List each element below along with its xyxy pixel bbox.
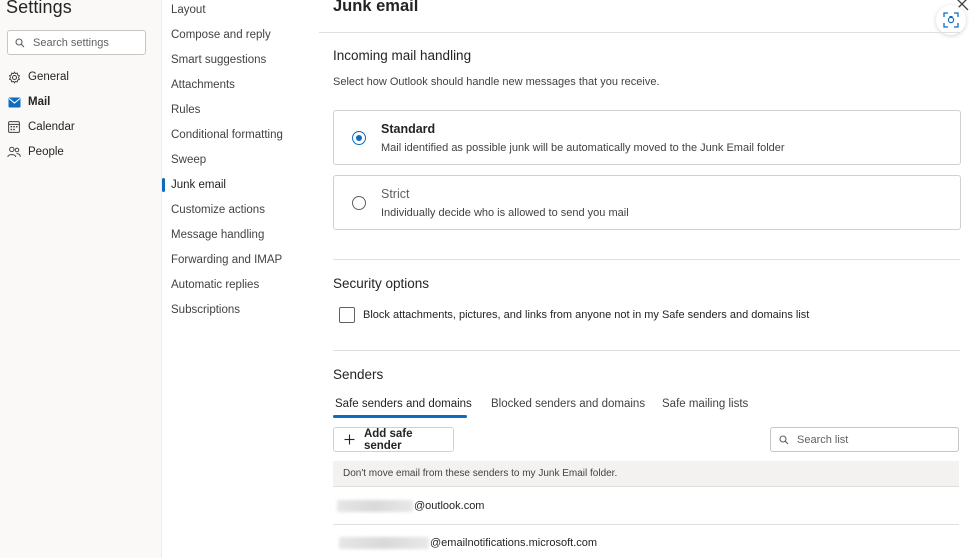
tab-safe-mailing-lists[interactable]: Safe mailing lists [662, 398, 748, 418]
block-attachments-option[interactable]: Block attachments, pictures, and links f… [339, 307, 809, 323]
senders-heading: Senders [333, 367, 384, 382]
menu-item-conditional-formatting[interactable]: Conditional formatting [171, 126, 283, 144]
settings-title: Settings [6, 0, 72, 17]
incoming-mail-heading: Incoming mail handling [333, 48, 472, 63]
search-list-input[interactable]: Search list [770, 427, 959, 452]
menu-item-message-handling[interactable]: Message handling [171, 226, 264, 244]
nav-item-label: Mail [28, 96, 51, 108]
nav-item-calendar[interactable]: Calendar [7, 117, 75, 137]
tab-blocked-senders-and-domains[interactable]: Blocked senders and domains [491, 398, 645, 418]
nav-item-label: Calendar [28, 121, 75, 133]
search-settings-input[interactable]: Search settings [7, 30, 146, 55]
menu-item-subscriptions[interactable]: Subscriptions [171, 301, 240, 319]
option-strict[interactable]: Strict Individually decide who is allowe… [333, 175, 961, 230]
redacted-text [339, 537, 429, 549]
menu-item-attachments[interactable]: Attachments [171, 76, 235, 94]
menu-item-compose-and-reply[interactable]: Compose and reply [171, 26, 271, 44]
divider [333, 259, 960, 260]
add-safe-sender-label: Add safe sender [363, 427, 413, 452]
menu-item-forwarding-and-imap[interactable]: Forwarding and IMAP [171, 251, 282, 269]
mail-icon [7, 95, 21, 109]
option-description: Mail identified as possible junk will be… [381, 142, 785, 154]
people-icon [7, 145, 21, 159]
search-list-placeholder: Search list [797, 433, 849, 446]
plus-icon [344, 434, 356, 446]
add-safe-sender-button[interactable]: Add safe sender [333, 427, 454, 452]
sender-domain: @emailnotifications.microsoft.com [430, 537, 598, 549]
gear-icon [7, 70, 21, 84]
divider [333, 350, 960, 351]
nav-item-label: General [28, 71, 69, 83]
screen-capture-icon [943, 12, 959, 28]
menu-item-customize-actions[interactable]: Customize actions [171, 201, 265, 219]
nav-item-mail[interactable]: Mail [7, 92, 50, 112]
block-attachments-checkbox[interactable] [339, 307, 355, 323]
search-settings-placeholder: Search settings [33, 36, 109, 49]
mail-settings-menu: Layout Compose and reply Smart suggestio… [162, 0, 319, 558]
incoming-mail-description: Select how Outlook should handle new mes… [333, 76, 660, 88]
security-options-heading: Security options [333, 276, 430, 291]
menu-item-layout[interactable]: Layout [171, 1, 206, 19]
sender-domain: @outlook.com [414, 500, 485, 512]
list-item[interactable]: @emailnotifications.microsoft.com [333, 525, 959, 558]
calendar-icon [7, 120, 21, 134]
search-icon [779, 434, 790, 445]
list-item[interactable]: @outlook.com [333, 488, 959, 525]
option-standard[interactable]: Standard Mail identified as possible jun… [333, 110, 961, 165]
block-attachments-label: Block attachments, pictures, and links f… [363, 309, 810, 321]
safe-senders-list-header: Don't move email from these senders to m… [333, 461, 959, 487]
menu-item-sweep[interactable]: Sweep [171, 151, 206, 169]
divider [319, 32, 960, 33]
junk-email-panel: Junk email Incoming mail handling Select… [319, 0, 972, 558]
standard-radio[interactable] [352, 131, 366, 145]
active-menu-indicator [162, 178, 165, 192]
strict-radio[interactable] [352, 196, 366, 210]
search-icon [14, 37, 26, 49]
option-title: Strict [381, 187, 410, 201]
menu-item-junk-email[interactable]: Junk email [171, 176, 226, 194]
menu-item-smart-suggestions[interactable]: Smart suggestions [171, 51, 266, 69]
nav-item-label: People [28, 146, 64, 158]
option-description: Individually decide who is allowed to se… [381, 207, 629, 219]
settings-nav: Settings Search settings General Mail Ca… [0, 0, 162, 558]
page-title: Junk email [333, 0, 419, 15]
screen-capture-button[interactable] [936, 5, 966, 35]
redacted-text [337, 500, 413, 512]
menu-item-rules[interactable]: Rules [171, 101, 200, 119]
option-title: Standard [381, 122, 436, 136]
menu-item-automatic-replies[interactable]: Automatic replies [171, 276, 259, 294]
active-tab-indicator [333, 415, 467, 418]
nav-item-general[interactable]: General [7, 67, 69, 87]
nav-item-people[interactable]: People [7, 142, 64, 162]
